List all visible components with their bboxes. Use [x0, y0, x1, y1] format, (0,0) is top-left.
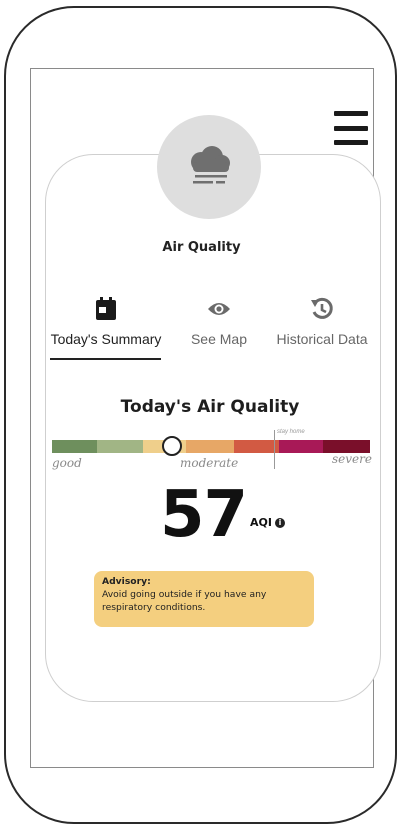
calendar-icon — [96, 297, 116, 320]
advisory-box: Advisory: Avoid going outside if you hav… — [94, 571, 314, 627]
eye-icon — [208, 303, 230, 315]
stay-home-label: stay home — [277, 429, 305, 435]
active-tab-indicator — [50, 358, 161, 360]
tab-label: See Map — [190, 331, 248, 347]
info-icon[interactable]: i — [274, 517, 285, 528]
tab-todays-summary[interactable]: Today's Summary — [48, 293, 164, 347]
aqi-value: 57 — [160, 478, 248, 552]
scale-label-moderate: moderate — [180, 456, 239, 470]
scale-segment-fair — [97, 440, 143, 453]
scale-segment-poor — [186, 440, 234, 453]
aqi-unit-label: AQI — [250, 516, 272, 529]
hamburger-menu-icon[interactable] — [334, 111, 368, 145]
tab-label: Historical Data — [276, 331, 368, 347]
tab-historical-data[interactable]: Historical Data — [270, 293, 374, 347]
scale-segment-unhealthy — [234, 440, 279, 453]
history-icon — [311, 297, 333, 319]
scale-segment-very-unhealthy — [279, 440, 323, 453]
tab-label: Today's Summary — [50, 331, 162, 347]
scale-segment-good — [52, 440, 97, 453]
scale-label-good: good — [52, 456, 82, 470]
page-title: Air Quality — [162, 240, 241, 255]
aqi-level-marker — [162, 436, 182, 456]
air-quality-badge — [157, 115, 261, 219]
stay-home-divider — [274, 430, 275, 469]
advisory-heading: Advisory: — [102, 576, 151, 587]
advisory-text: Avoid going outside if you have any resp… — [102, 589, 267, 613]
scale-label-severe: severe — [332, 452, 372, 466]
section-title: Today's Air Quality — [120, 397, 300, 417]
aqi-unit: AQI i — [250, 516, 285, 529]
cloud-fog-icon — [191, 146, 230, 184]
tab-see-map[interactable]: See Map — [180, 293, 258, 347]
